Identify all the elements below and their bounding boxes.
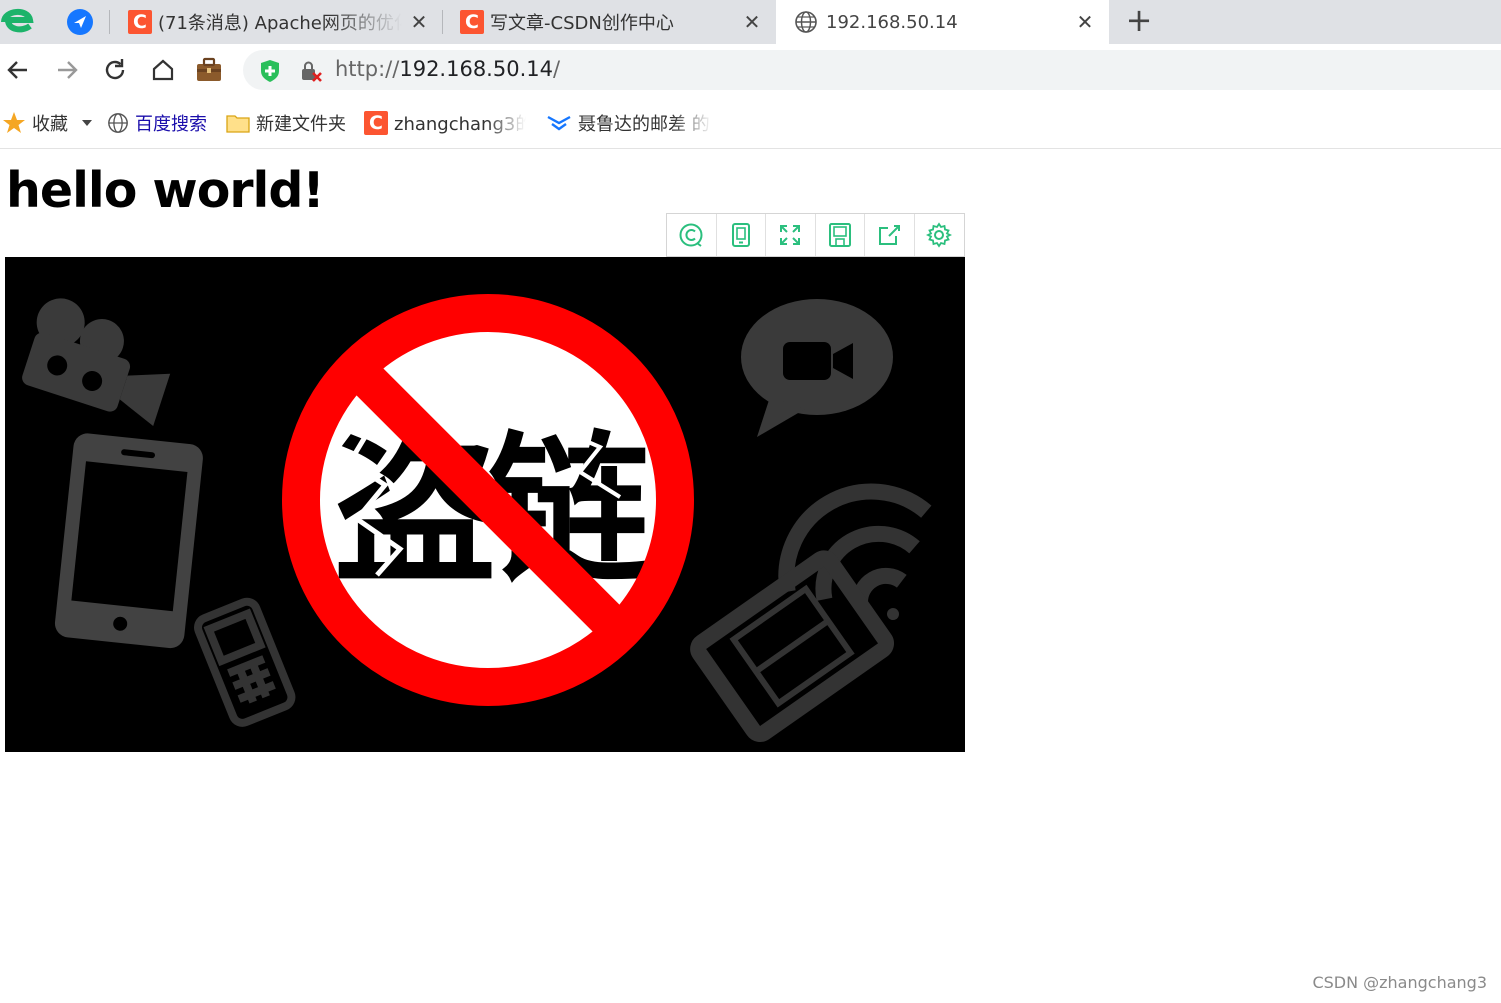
arrow-left-icon: [7, 61, 27, 79]
bookmark-zhangchang3[interactable]: C zhangchang3的: [364, 110, 526, 136]
close-tab-icon[interactable]: ✕: [740, 10, 764, 34]
bookmark-label: 聂鲁达的邮差 的: [578, 114, 710, 135]
favorites-label: 收藏: [32, 114, 68, 135]
save-image-button[interactable]: [816, 214, 865, 256]
save-icon: [828, 223, 851, 247]
globe-icon: [108, 113, 128, 133]
home-icon: [152, 59, 174, 81]
hotlink-ban-image: 盗链: [5, 257, 965, 752]
url-text[interactable]: http://192.168.50.14/: [335, 57, 560, 81]
address-bar[interactable]: http://192.168.50.14/: [243, 50, 1501, 90]
close-tab-icon[interactable]: ✕: [407, 10, 431, 34]
page-heading: hello world!: [6, 162, 325, 219]
copyright-icon: [679, 223, 703, 247]
tab-label: 192.168.50.14: [826, 11, 958, 33]
csdn-icon: C: [460, 10, 484, 34]
insecure-lock-icon[interactable]: [299, 59, 323, 83]
reload-icon: [105, 59, 125, 80]
tab-apache-optimization[interactable]: C (71条消息) Apache网页的优化: [128, 0, 442, 44]
smartphone-icon: [54, 433, 203, 649]
mobile-icon: [731, 223, 750, 247]
url-host: 192.168.50.14: [399, 57, 553, 81]
pinned-tab-icon[interactable]: [66, 8, 94, 36]
arrow-right-icon: [58, 61, 78, 79]
tab-csdn-write[interactable]: C 写文章-CSDN创作中心: [460, 0, 776, 44]
csdn-icon: C: [364, 111, 388, 135]
movie-camera-icon: [22, 298, 171, 427]
bookmark-label: 百度搜索: [135, 114, 207, 135]
reload-button[interactable]: [99, 54, 131, 86]
forward-button[interactable]: [51, 54, 83, 86]
bookmark-label: zhangchang3的: [394, 114, 526, 135]
gear-icon: [926, 222, 953, 248]
no-hotlinking-sign: 盗链: [282, 294, 694, 706]
shield-icon[interactable]: [259, 59, 281, 83]
url-protocol: http://: [335, 57, 400, 81]
navigation-bar: http://192.168.50.14/: [0, 44, 1501, 96]
bookmarks-bar: 收藏 百度搜索 新建文件夹 C zhangchang3的 聂鲁达的邮差 的: [0, 96, 1501, 149]
tab-strip: C (71条消息) Apache网页的优化 ✕ C 写文章-CSDN创作中心 ✕…: [0, 0, 1501, 44]
tab-separator: [442, 10, 443, 34]
settings-button[interactable]: [915, 214, 964, 256]
tab-active-ip[interactable]: 192.168.50.14: [776, 0, 1109, 44]
favorites-menu[interactable]: 收藏: [2, 110, 68, 136]
close-tab-icon[interactable]: ✕: [1073, 10, 1097, 34]
url-path: /: [552, 57, 561, 81]
share-button[interactable]: [865, 214, 915, 256]
fullscreen-icon: [780, 225, 801, 245]
bookmark-baidu[interactable]: 百度搜索: [107, 110, 207, 136]
feature-phone-icon: [194, 597, 296, 727]
fullscreen-button[interactable]: [766, 214, 816, 256]
favorites-dropdown-button[interactable]: [80, 110, 94, 136]
browser-logo-icon: [0, 0, 34, 40]
video-chat-bubble-icon: [741, 299, 893, 437]
share-icon: [879, 225, 901, 245]
new-tab-button[interactable]: +: [1122, 2, 1156, 38]
dingtalk-icon: [547, 115, 571, 131]
mobile-view-button[interactable]: [717, 214, 766, 256]
folder-icon: [226, 115, 250, 133]
tab-label: 写文章-CSDN创作中心: [490, 13, 674, 34]
back-button[interactable]: [2, 54, 34, 86]
wifi-icon: [778, 483, 932, 621]
globe-icon: [794, 10, 818, 34]
bookmark-nieluda[interactable]: 聂鲁达的邮差 的: [546, 110, 712, 136]
bookmark-label: 新建文件夹: [256, 114, 346, 135]
image-toolbar: [666, 213, 965, 257]
caret-down-icon: [82, 120, 92, 126]
star-icon: [3, 112, 25, 133]
toolbox-button[interactable]: [193, 54, 225, 86]
csdn-icon: C: [128, 10, 152, 34]
tab-label: (71条消息) Apache网页的优化: [158, 13, 402, 34]
csdn-watermark: CSDN @zhangchang3: [1312, 973, 1487, 992]
home-button[interactable]: [147, 54, 179, 86]
tab-separator: [109, 10, 110, 34]
bookmark-new-folder[interactable]: 新建文件夹: [226, 110, 346, 136]
briefcase-icon: [197, 57, 221, 81]
copyright-button[interactable]: [667, 214, 717, 256]
